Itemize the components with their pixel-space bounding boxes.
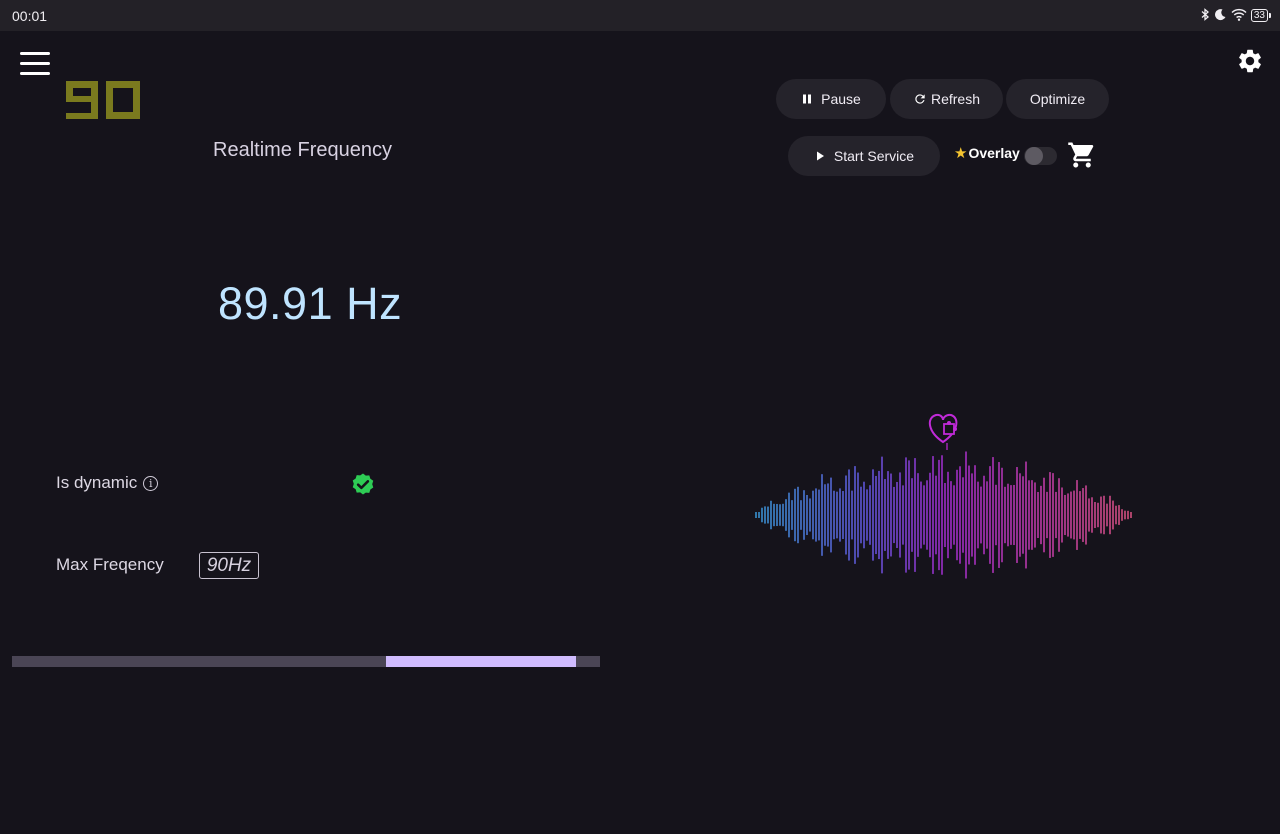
frequency-readout: 89.91 Hz [218, 278, 403, 329]
star-icon: ★ [954, 145, 968, 162]
verified-check-icon [349, 470, 377, 498]
waveform-illustration [755, 413, 1132, 579]
frequency-progress-bar [12, 656, 600, 667]
play-icon [816, 151, 824, 161]
progress-segment [385, 656, 577, 667]
status-time: 00:01 [12, 7, 48, 24]
optimize-label: Optimize [1029, 91, 1086, 107]
battery-icon: 33 [1250, 9, 1272, 22]
is-dynamic-row: Is dynamic i [56, 473, 159, 493]
pause-button[interactable]: Pause [776, 79, 886, 119]
moon-icon [1214, 8, 1227, 24]
refresh-label: Refresh [930, 91, 981, 107]
shopping-cart-icon[interactable] [1067, 140, 1097, 170]
start-service-button[interactable]: Start Service [788, 136, 940, 176]
refresh-icon [915, 94, 925, 104]
waveform-bars [755, 451, 1132, 579]
max-frequency-label: Max Freqency [56, 555, 164, 574]
status-bar: 00:01 33 [0, 0, 1280, 31]
wifi-icon [1231, 8, 1247, 24]
is-dynamic-label: Is dynamic [56, 473, 138, 492]
max-frequency-row: Max Freqency [56, 555, 164, 575]
heart-puzzle-icon [928, 413, 958, 444]
settings-gear-icon[interactable] [1236, 47, 1264, 75]
overlay-label: Overlay [968, 145, 1020, 161]
page-title: Realtime Frequency [213, 139, 392, 161]
optimize-button[interactable]: Optimize [1006, 79, 1109, 119]
menu-icon[interactable] [18, 52, 52, 78]
overlay-setting: ★ Overlay [954, 144, 1020, 162]
start-service-label: Start Service [833, 148, 915, 164]
bluetooth-icon [1200, 7, 1210, 24]
pause-label: Pause [821, 91, 861, 107]
logo [64, 78, 144, 127]
status-icons: 33 [1200, 7, 1272, 24]
info-icon[interactable]: i [143, 475, 159, 491]
pause-icon [803, 94, 812, 104]
toggle-knob [1025, 147, 1043, 165]
refresh-button[interactable]: Refresh [890, 79, 1003, 119]
max-frequency-badge: 90Hz [199, 552, 259, 579]
overlay-toggle[interactable] [1024, 147, 1057, 165]
